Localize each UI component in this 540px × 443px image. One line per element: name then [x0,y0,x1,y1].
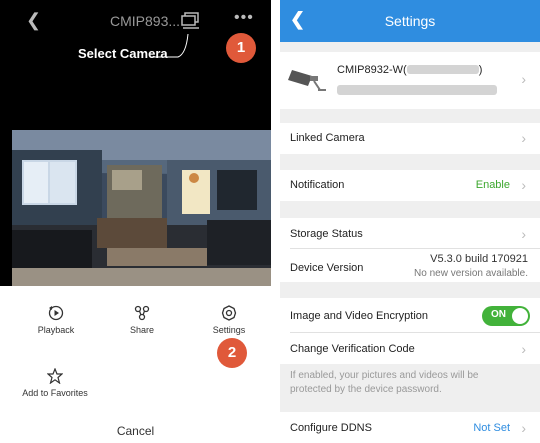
encryption-label: Image and Video Encryption [290,310,428,322]
playback-icon [48,305,64,321]
annotation-pointer [150,33,189,58]
encryption-group: Image and Video Encryption ON Change Ver… [280,298,540,364]
settings-button[interactable]: Settings [208,305,250,335]
step-badge-1: 1 [226,33,256,63]
chevron-right-icon: › [521,420,526,436]
chevron-right-icon: › [521,177,526,193]
live-view-screen: ❮ CMIP893... ••• Select Camera 1 Playbac… [0,0,271,443]
device-serial-redacted [337,85,497,95]
change-code-label: Change Verification Code [290,343,415,355]
camera-icon [288,70,326,91]
encryption-note: If enabled, your pictures and videos wil… [290,370,479,395]
share-label: Share [129,325,155,335]
configure-ddns-row[interactable]: Configure DDNS Not Set › [280,412,540,443]
camera-snapshot [12,130,271,286]
change-verification-code-row[interactable]: Change Verification Code › [280,333,540,364]
chevron-right-icon: › [521,341,526,357]
ddns-value: Not Set [473,422,510,434]
live-view-header: ❮ CMIP893... ••• Select Camera 1 [0,0,271,130]
version-status: No new version available. [414,268,528,279]
toggle-state-label: ON [491,309,506,320]
settings-label: Settings [212,325,246,335]
share-icon [134,305,150,321]
page-title: Settings [384,13,436,29]
cancel-button[interactable]: Cancel [0,424,271,438]
playback-button[interactable]: Playback [36,305,76,335]
device-info-row[interactable]: CMIP8932-W() › [280,52,540,109]
star-icon [47,368,63,384]
chevron-right-icon: › [521,71,526,87]
device-name: CMIP8932-W() [337,64,483,76]
chevron-right-icon: › [521,130,526,146]
add-to-favorites-label: Add to Favorites [22,388,88,398]
storage-status-row[interactable]: Storage Status › [280,218,540,248]
settings-header: ❮ Settings [280,0,540,42]
add-to-favorites-button[interactable]: Add to Favorites [22,368,88,398]
screenshot: ❮ CMIP893... ••• Select Camera 1 Playbac… [0,0,540,443]
share-button[interactable]: Share [122,305,162,335]
notification-row[interactable]: Notification Enable › [280,170,540,201]
encryption-toggle[interactable]: ON [482,306,530,326]
device-version-value: V5.3.0 build 170921 [430,253,528,265]
toggle-knob [512,308,528,324]
storage-version-group: Storage Status › Device Version V5.3.0 b… [280,218,540,282]
storage-status-label: Storage Status [290,228,363,240]
step-badge-2: 2 [217,338,247,368]
linked-camera-row[interactable]: Linked Camera › [280,123,540,154]
device-version-label: Device Version [290,262,364,274]
chevron-right-icon: › [521,226,526,242]
gear-icon [221,305,237,321]
linked-camera-label: Linked Camera [290,132,365,144]
notification-label: Notification [290,179,345,191]
settings-screen: ❮ Settings CMIP8932-W() › Linked Camera … [280,0,540,443]
playback-label: Playback [37,325,75,335]
ddns-label: Configure DDNS [290,422,372,434]
divider [290,248,540,249]
notification-value: Enable [475,179,510,191]
